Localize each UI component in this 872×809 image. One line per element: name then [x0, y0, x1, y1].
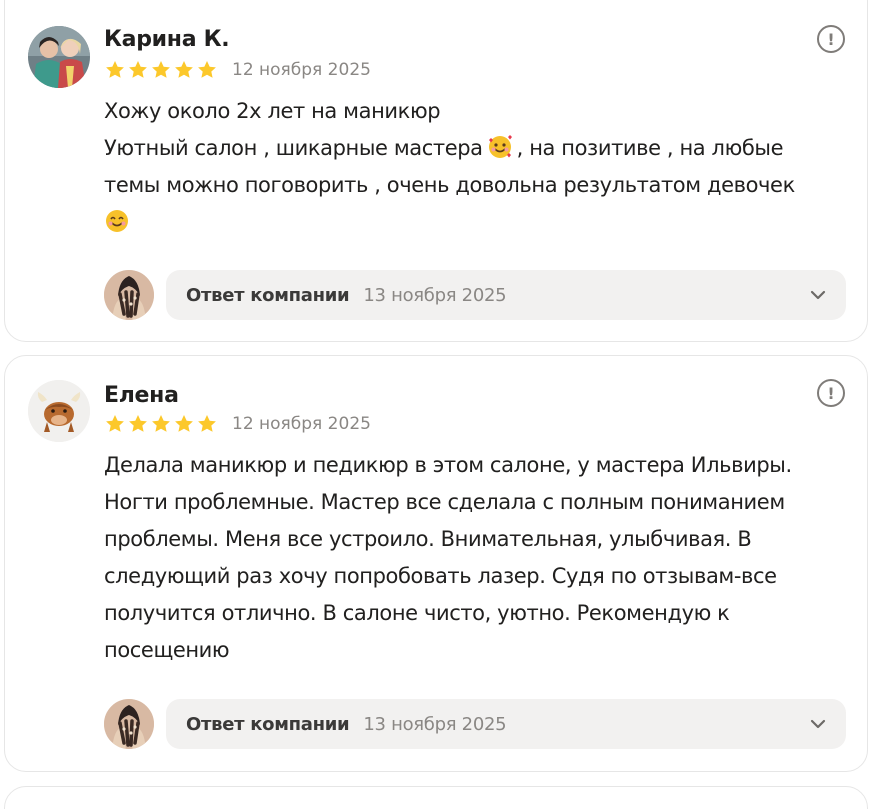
review-text: Хожу около 2х лет на маникюр Уютный сало… [104, 93, 854, 241]
review-text-line: Ногти проблемные. Мастер все сделала с п… [104, 490, 785, 514]
star-icon [129, 61, 147, 78]
company-reply-toggle[interactable]: Ответ компании 13 ноября 2025 [166, 270, 846, 320]
star-icon [106, 415, 124, 432]
company-avatar [104, 699, 154, 749]
company-reply-date: 13 ноября 2025 [363, 713, 507, 735]
user-avatar[interactable] [28, 26, 90, 88]
star-icon [152, 415, 170, 432]
star-icon [106, 61, 124, 78]
star-icon [175, 415, 193, 432]
smiling-face-with-hearts-icon [488, 135, 512, 158]
user-avatar[interactable] [28, 380, 90, 442]
chevron-down-icon [810, 719, 826, 729]
review-card [4, 786, 868, 809]
review-text-line: проблемы. Меня все устроило. Внимательна… [104, 527, 752, 551]
smiling-face-with-smiling-eyes-icon [106, 210, 128, 232]
review-date: 12 ноября 2025 [232, 60, 371, 80]
report-review-button[interactable]: ! [817, 25, 845, 53]
review-text-line: посещению [104, 638, 230, 662]
review-text-line [104, 204, 854, 241]
company-reply-label: Ответ компании [186, 713, 350, 735]
review-text-line: следующий раз хочу попробовать лазер. Су… [104, 564, 777, 588]
company-reply-toggle[interactable]: Ответ компании 13 ноября 2025 [166, 699, 846, 749]
review-date: 12 ноября 2025 [232, 414, 371, 434]
review-text-line: темы можно поговорить , очень довольна р… [104, 173, 795, 197]
review-text: Делала маникюр и педикюр в этом салоне, … [104, 447, 854, 669]
exclamation-circle-icon: ! [827, 29, 835, 49]
star-icon [152, 61, 170, 78]
star-icon [198, 61, 216, 78]
rating-stars [104, 413, 218, 435]
rating-row: 12 ноября 2025 [104, 57, 371, 83]
company-reply-date: 13 ноября 2025 [363, 284, 507, 306]
exclamation-circle-icon: ! [827, 383, 835, 403]
star-icon [129, 415, 147, 432]
review-text-line: Уютный салон , шикарные мастера, на пози… [104, 135, 784, 160]
review-card: Карина К. 12 ноября 2025 ! Хожу около 2х… [4, 0, 868, 342]
review-text-line: Хожу около 2х лет на маникюр [104, 99, 441, 123]
rating-row: 12 ноября 2025 [104, 411, 371, 437]
company-reply-label: Ответ компании [186, 284, 350, 306]
company-avatar [104, 270, 154, 320]
report-review-button[interactable]: ! [817, 379, 845, 407]
review-text-line: Делала маникюр и педикюр в этом салоне, … [104, 453, 792, 477]
review-card: Елена 12 ноября 2025 ! Делала маникюр и … [4, 355, 868, 772]
review-text-line: получится отлично. В салоне чисто, уютно… [104, 601, 730, 625]
review-author[interactable]: Карина К. [104, 27, 230, 52]
review-author[interactable]: Елена [104, 383, 179, 408]
chevron-down-icon [810, 290, 826, 300]
rating-stars [104, 59, 218, 81]
star-icon [198, 415, 216, 432]
star-icon [175, 61, 193, 78]
